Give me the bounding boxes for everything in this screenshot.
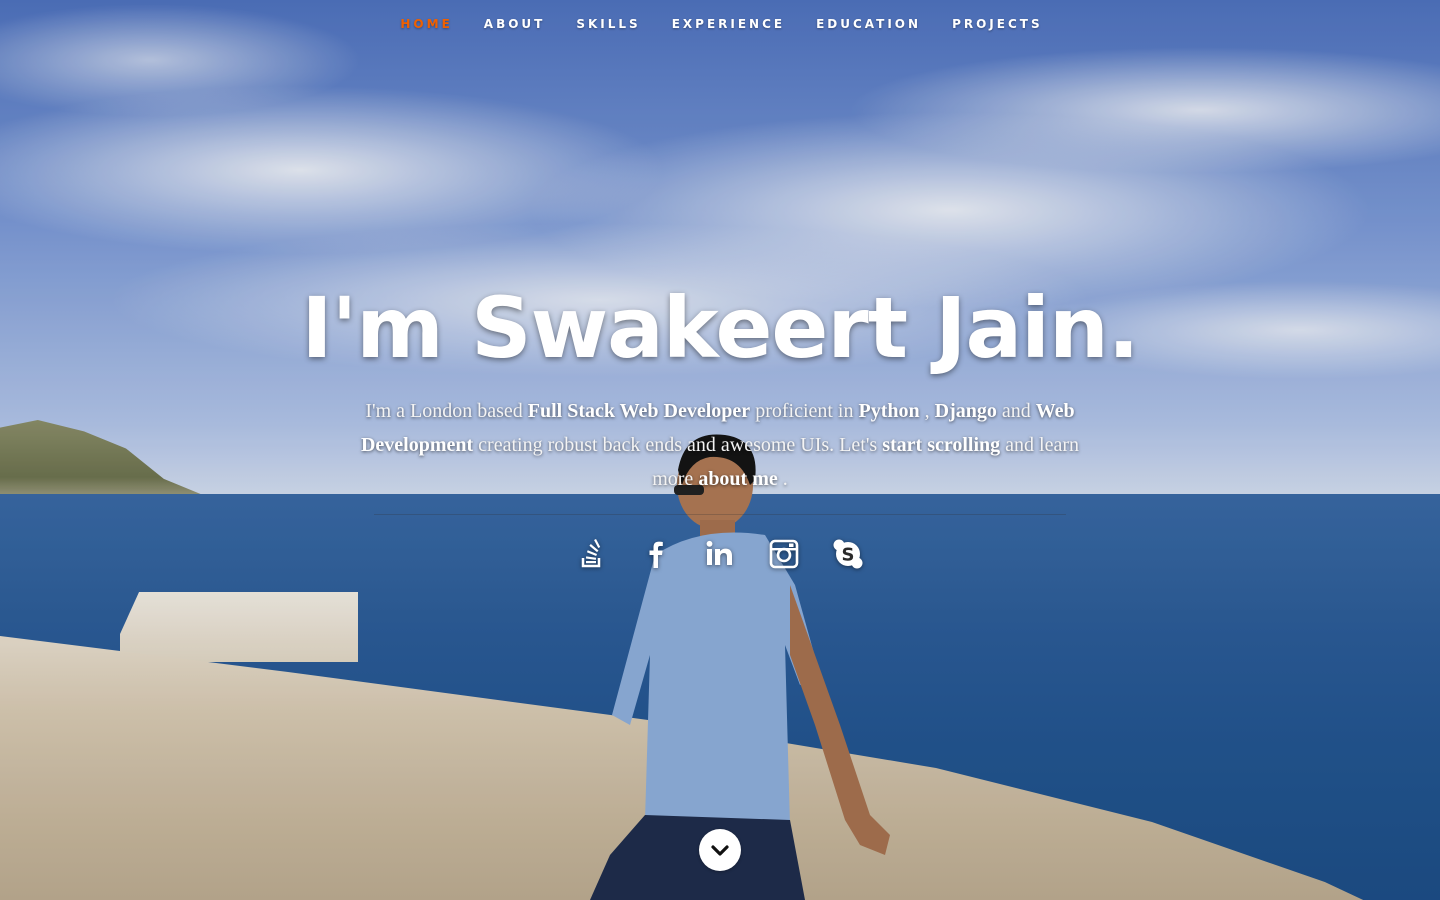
divider	[374, 514, 1066, 515]
skill-highlight: Django	[934, 400, 997, 422]
intro-text-part: ,	[919, 400, 935, 422]
main-nav: HOME ABOUT SKILLS EXPERIENCE EDUCATION P…	[0, 0, 1440, 48]
social-link-linkedin[interactable]	[703, 537, 737, 571]
social-link-skype[interactable]: S	[831, 537, 865, 571]
nav-item-projects[interactable]: PROJECTS	[935, 17, 1057, 31]
page-title: I'm Swakeert Jain.	[301, 279, 1139, 377]
social-link-instagram[interactable]	[767, 537, 801, 571]
social-links: S	[0, 537, 1440, 571]
intro-text-part: I'm a London based	[365, 400, 528, 422]
banner: I'm Swakeert Jain. I'm a London based Fu…	[0, 278, 1440, 571]
scroll-down-button[interactable]	[699, 829, 741, 871]
intro-text-part: and	[996, 400, 1036, 422]
facebook-icon	[649, 541, 663, 568]
social-link-facebook[interactable]	[639, 537, 673, 571]
nav-item-skills[interactable]: SKILLS	[559, 17, 654, 31]
about-me-link[interactable]: about me	[698, 468, 777, 490]
intro-text-part: .	[777, 468, 788, 490]
nav-item-education[interactable]: EDUCATION	[799, 17, 935, 31]
skype-icon: S	[833, 539, 863, 569]
svg-text:S: S	[842, 545, 855, 566]
social-link-stackoverflow[interactable]	[575, 537, 609, 571]
role-highlight: Full Stack Web Developer	[527, 400, 751, 422]
nav-item-experience[interactable]: EXPERIENCE	[655, 17, 799, 31]
chevron-down-icon	[711, 845, 729, 856]
intro-text-part: proficient in	[750, 400, 859, 422]
nav-item-home[interactable]: HOME	[383, 17, 466, 31]
linkedin-icon	[706, 540, 732, 565]
intro-text: I'm a London based Full Stack Web Develo…	[360, 394, 1080, 496]
start-scrolling-link[interactable]: start scrolling	[882, 434, 1000, 456]
nav-item-about[interactable]: ABOUT	[467, 17, 560, 31]
intro-text-part: creating robust back ends and awesome UI…	[473, 434, 883, 456]
skill-highlight: Python	[858, 400, 920, 422]
instagram-icon	[769, 539, 799, 569]
stackoverflow-icon	[581, 538, 601, 568]
hero-section: HOME ABOUT SKILLS EXPERIENCE EDUCATION P…	[0, 0, 1440, 900]
